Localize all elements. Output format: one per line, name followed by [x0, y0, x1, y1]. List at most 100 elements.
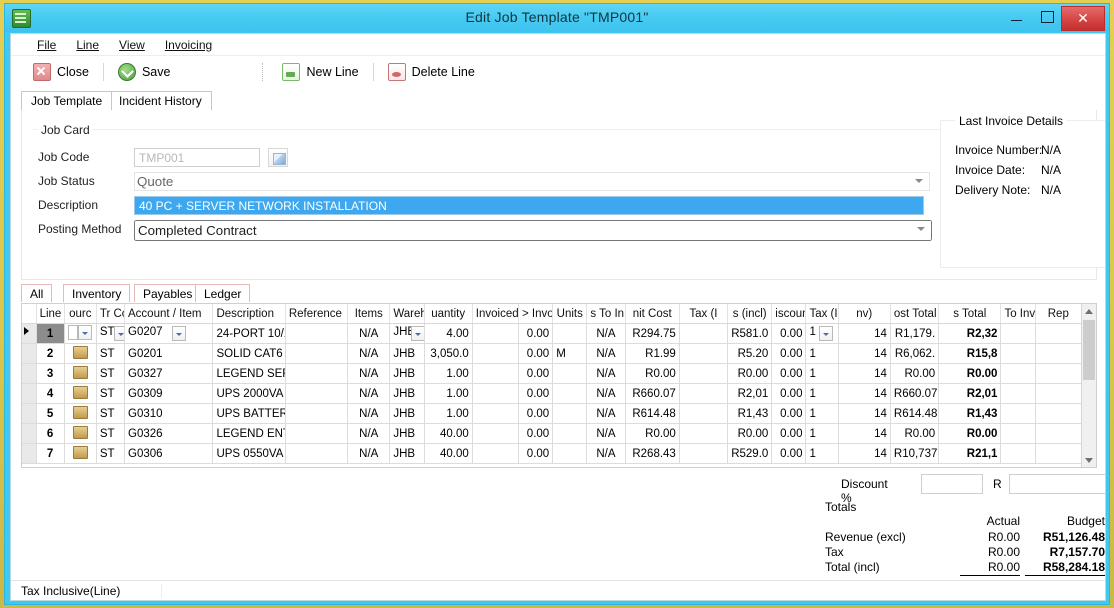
cell-description[interactable]: 24-PORT 10/100 S [212, 323, 286, 344]
cell-tax[interactable] [679, 343, 729, 364]
cell-tax[interactable] [679, 323, 729, 344]
cell-trcode[interactable]: ST [96, 383, 126, 404]
cell-total[interactable]: R0.00 [938, 363, 1002, 384]
cell-inv[interactable]: 14 [838, 443, 891, 464]
cell-account[interactable]: G0207 [124, 323, 214, 344]
table-row[interactable]: 2STG0201SOLID CAT6 CABLN/AJHB3,050.00.00… [22, 343, 1083, 364]
cell-to-invoice[interactable]: 0.00 [518, 363, 554, 384]
col-tax-incl[interactable]: Tax (In [805, 304, 839, 324]
cell-account[interactable]: G0201 [124, 343, 214, 364]
cell-quantity[interactable]: 40.00 [424, 443, 473, 464]
menu-view[interactable]: View [109, 36, 155, 54]
cell-warehouse[interactable]: JHB [389, 363, 425, 384]
cell-units[interactable]: M [552, 343, 588, 364]
cell-rep[interactable] [1035, 363, 1083, 384]
cell-trcode[interactable]: ST [96, 323, 126, 344]
tab-incident-history[interactable]: Incident History [109, 91, 212, 110]
menu-invoicing[interactable]: Invoicing [155, 36, 222, 54]
cell-invoiced[interactable] [472, 403, 520, 424]
cell-to-invoice-2[interactable] [1000, 403, 1036, 424]
menu-file[interactable]: File [27, 36, 66, 54]
cell-price-incl[interactable]: R0.00 [727, 363, 773, 384]
cell-source[interactable] [64, 363, 97, 384]
table-row[interactable]: 4 ST G0309 UPS 2000VA N/A JHB 1.00 0.00 N/A R660.… [22, 383, 1083, 404]
scrollbar-thumb[interactable] [1083, 320, 1095, 380]
col-price-incl[interactable]: s (incl) [727, 304, 773, 324]
account-dropdown-icon[interactable] [172, 326, 186, 341]
cell-cost-total[interactable]: R660.07 [890, 383, 940, 404]
cell-tax[interactable] [679, 403, 729, 424]
close-window-button[interactable]: ✕ [1061, 6, 1105, 31]
discount-percent-input[interactable] [921, 474, 983, 494]
cell-line[interactable]: 5 [36, 403, 65, 424]
cell-warehouse[interactable]: JHB [389, 403, 425, 424]
row-marker[interactable] [22, 443, 37, 464]
cell-invoiced[interactable] [472, 423, 520, 444]
cell-unit-cost[interactable]: R1.99 [625, 343, 680, 364]
cell-cost-total[interactable]: R0.00 [890, 363, 940, 384]
col-to-invoice[interactable]: > Invoice [518, 304, 554, 324]
col-description[interactable]: Description [212, 304, 286, 324]
row-marker[interactable] [22, 323, 37, 344]
cell-to-invoice-2[interactable] [1000, 363, 1036, 384]
cell-items[interactable]: N/A [347, 403, 391, 424]
cell-source[interactable] [64, 343, 97, 364]
cell-discount[interactable]: 0.00 [771, 323, 807, 344]
cell-units[interactable] [552, 443, 588, 464]
cell-account[interactable]: G0306 [124, 443, 214, 464]
cell-source[interactable] [64, 423, 97, 444]
cell-description[interactable]: UPS 0550VA [212, 443, 286, 464]
cell-reference[interactable] [285, 343, 349, 364]
cell-total[interactable]: R15,8 [938, 343, 1002, 364]
cell-rep[interactable] [1035, 343, 1083, 364]
cell-invoiced[interactable] [472, 323, 520, 344]
cell-rep[interactable] [1035, 383, 1083, 404]
cell-to-invoice[interactable]: 0.00 [518, 443, 554, 464]
cell-trcode[interactable]: ST [96, 443, 126, 464]
cell-tax-incl[interactable]: 1 [805, 363, 839, 384]
cell-tax-incl[interactable]: 1 [805, 383, 839, 404]
col-discount[interactable]: iscount [771, 304, 807, 324]
col-marker[interactable] [22, 304, 37, 324]
tab-job-template[interactable]: Job Template [21, 91, 113, 110]
cell-units[interactable] [552, 423, 588, 444]
cell-reference[interactable] [285, 383, 349, 404]
cell-units-to-invoice[interactable]: N/A [586, 443, 626, 464]
table-row[interactable]: 3STG0327LEGEND SERVERN/AJHB1.000.00N/AR0… [22, 363, 1083, 384]
cell-units[interactable] [552, 363, 588, 384]
cell-unit-cost[interactable]: R0.00 [625, 423, 680, 444]
cell-quantity[interactable]: 4.00 [424, 323, 473, 344]
cell-to-invoice[interactable]: 0.00 [518, 403, 554, 424]
cell-tax-incl[interactable]: 1 [805, 423, 839, 444]
cell-price-incl[interactable]: R5.20 [727, 343, 773, 364]
cell-quantity[interactable]: 1.00 [424, 403, 473, 424]
cell-quantity[interactable]: 40.00 [424, 423, 473, 444]
cell-inv[interactable]: 14 [838, 383, 891, 404]
cell-rep[interactable] [1035, 423, 1083, 444]
cell-account[interactable]: G0309 [124, 383, 214, 404]
cell-price-incl[interactable]: R1,43 [727, 403, 773, 424]
cell-items[interactable]: N/A [347, 443, 391, 464]
col-inv[interactable]: nv) [838, 304, 891, 324]
cell-cost-total[interactable]: R0.00 [890, 423, 940, 444]
cell-tax-incl[interactable]: 1 [805, 343, 839, 364]
col-line[interactable]: Line [36, 304, 65, 324]
cell-to-invoice-2[interactable] [1000, 383, 1036, 404]
cell-source[interactable] [64, 443, 97, 464]
cell-account[interactable]: G0310 [124, 403, 214, 424]
job-status-select[interactable] [134, 172, 930, 191]
cell-source[interactable] [64, 403, 97, 424]
col-rep[interactable]: Rep [1035, 304, 1083, 324]
cell-source[interactable] [64, 383, 97, 404]
cell-tax[interactable] [679, 443, 729, 464]
cell-discount[interactable]: 0.00 [771, 443, 807, 464]
cell-total[interactable]: R1,43 [938, 403, 1002, 424]
cell-items[interactable]: N/A [347, 343, 391, 364]
cell-tax-incl[interactable]: 1 [805, 323, 839, 344]
cell-line[interactable]: 4 [36, 383, 65, 404]
cell-cost-total[interactable]: R614.48 [890, 403, 940, 424]
col-units[interactable]: Units [552, 304, 588, 324]
cell-units-to-invoice[interactable]: N/A [586, 403, 626, 424]
cell-reference[interactable] [285, 403, 349, 424]
cell-line[interactable]: 3 [36, 363, 65, 384]
